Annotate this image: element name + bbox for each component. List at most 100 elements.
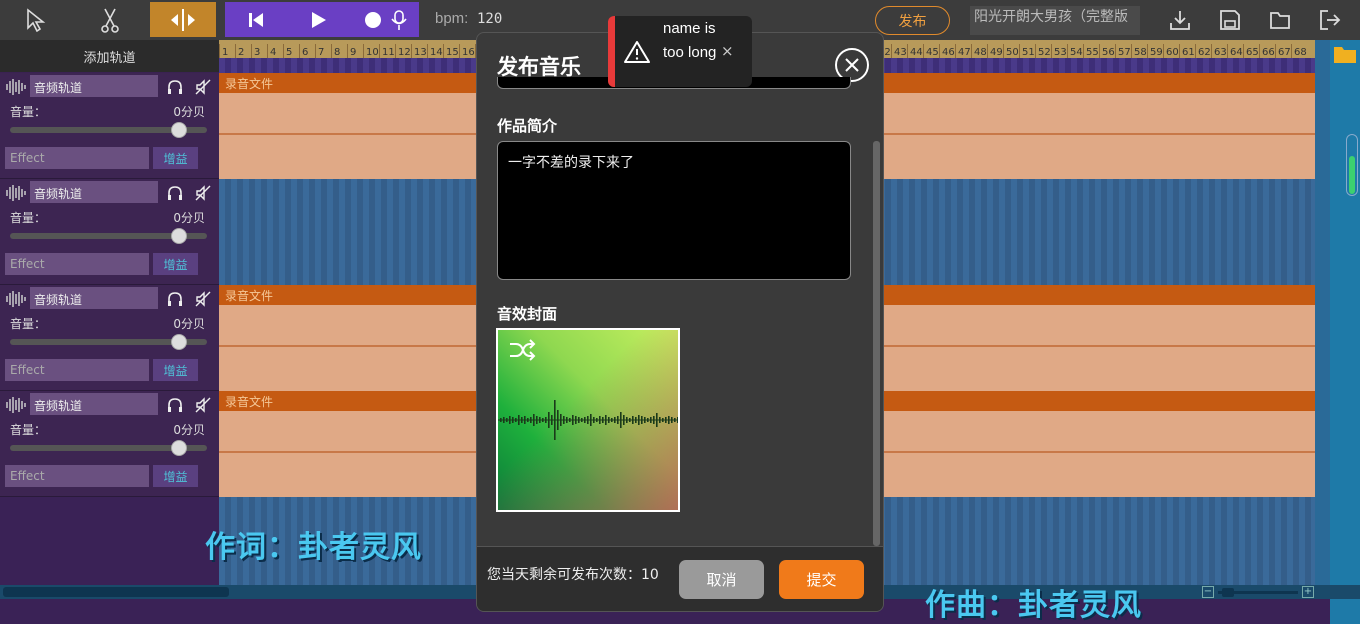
ruler-tick: 8 — [331, 44, 347, 58]
volume-slider[interactable] — [10, 334, 207, 350]
split-tool-button[interactable] — [150, 2, 216, 37]
ruler-tick: 16 — [459, 44, 475, 58]
gain-button[interactable]: 增益 — [153, 147, 198, 169]
volume-slider-knob[interactable] — [171, 122, 187, 138]
ruler-tick: 2 — [235, 44, 251, 58]
effect-placeholder: Effect — [10, 469, 45, 483]
ruler-tick: 50 — [1003, 44, 1019, 58]
effect-input[interactable]: Effect — [5, 359, 149, 381]
shuffle-cover-button[interactable] — [508, 338, 536, 366]
volume-slider[interactable] — [10, 440, 207, 456]
volume-db-label: 0分贝 — [173, 423, 205, 437]
ruler-tick: 64 — [1227, 44, 1243, 58]
save-button[interactable] — [1216, 6, 1244, 34]
error-toast: name is too long × — [608, 16, 752, 87]
ruler-tick: 43 — [891, 44, 907, 58]
waveform-icon — [6, 397, 26, 413]
volume-slider[interactable] — [10, 228, 207, 244]
ruler-tick: 7 — [315, 44, 331, 58]
volume-slider[interactable] — [10, 122, 207, 138]
side-scrollbar-thumb[interactable] — [1349, 156, 1355, 194]
ruler-tick: 47 — [955, 44, 971, 58]
effect-placeholder: Effect — [10, 257, 45, 271]
gain-button[interactable]: 增益 — [153, 253, 198, 275]
zoom-slider-thumb[interactable] — [1222, 588, 1234, 597]
publish-button[interactable]: 发布 — [875, 6, 950, 35]
ruler-tick: 46 — [939, 44, 955, 58]
track-name[interactable]: 音频轨道 — [30, 181, 158, 203]
ruler-tick: 3 — [251, 44, 267, 58]
headphones-icon[interactable] — [166, 290, 184, 308]
cut-tool-button[interactable] — [79, 2, 141, 37]
ruler-tick: 59 — [1147, 44, 1163, 58]
waveform-icon — [6, 185, 26, 201]
select-tool-button[interactable] — [4, 2, 66, 37]
ruler-tick: 61 — [1179, 44, 1195, 58]
effect-input[interactable]: Effect — [5, 253, 149, 275]
ruler-tick: 48 — [971, 44, 987, 58]
track-name[interactable]: 音频轨道 — [30, 393, 158, 415]
toast-accent-bar — [608, 16, 615, 87]
ruler-tick: 56 — [1099, 44, 1115, 58]
cover-image[interactable] — [496, 328, 680, 512]
ruler-tick: 14 — [427, 44, 443, 58]
mute-icon[interactable] — [194, 184, 212, 202]
track-name[interactable]: 音频轨道 — [30, 287, 158, 309]
ruler-tick: 53 — [1051, 44, 1067, 58]
split-arrows-icon — [171, 8, 195, 31]
cover-label: 音效封面 — [497, 305, 558, 323]
headphones-icon[interactable] — [166, 396, 184, 414]
ruler-tick: 49 — [987, 44, 1003, 58]
download-button[interactable] — [1166, 6, 1194, 34]
warning-icon — [624, 40, 650, 68]
toast-close-button[interactable]: × — [721, 42, 734, 60]
mute-icon[interactable] — [194, 290, 212, 308]
ruler-tick: 11 — [379, 44, 395, 58]
effect-input[interactable]: Effect — [5, 465, 149, 487]
zoom-out-button[interactable]: − — [1202, 586, 1214, 598]
logout-button[interactable] — [1316, 6, 1344, 34]
mute-icon[interactable] — [194, 396, 212, 414]
volume-slider-knob[interactable] — [171, 228, 187, 244]
gain-button[interactable]: 增益 — [153, 465, 198, 487]
zoom-in-button[interactable]: + — [1302, 586, 1314, 598]
ruler-tick: 60 — [1163, 44, 1179, 58]
track-header: 音频轨道 音量： 0分贝 Effect 增益 — [0, 179, 219, 285]
record-button[interactable] — [349, 2, 419, 37]
headphones-icon[interactable] — [166, 78, 184, 96]
toast-message: name is too long — [663, 20, 717, 61]
ruler-tick: 67 — [1275, 44, 1291, 58]
ruler-tick: 66 — [1259, 44, 1275, 58]
project-title-input[interactable]: 阳光开朗大男孩（完整版 — [970, 6, 1140, 35]
folder-icon[interactable] — [1333, 44, 1357, 68]
publish-quota-text: 您当天剩余可发布次数：10 — [487, 567, 659, 583]
mute-icon[interactable] — [194, 78, 212, 96]
submit-button[interactable]: 提交 — [779, 560, 864, 599]
ruler-tick: 68 — [1291, 44, 1307, 58]
ruler-tick: 52 — [1035, 44, 1051, 58]
play-button[interactable] — [287, 2, 349, 37]
scissors-icon — [101, 8, 119, 33]
composer-caption: 作曲：卦者灵风 — [925, 588, 1142, 623]
cancel-button[interactable]: 取消 — [679, 560, 764, 599]
effect-input[interactable]: Effect — [5, 147, 149, 169]
track-name[interactable]: 音频轨道 — [30, 75, 158, 97]
volume-label: 音量： — [10, 423, 47, 437]
ruler-tick: 65 — [1243, 44, 1259, 58]
timeline-vertical-scrollbar[interactable] — [1315, 40, 1330, 585]
volume-slider-knob[interactable] — [171, 440, 187, 456]
bpm-value[interactable]: 120 — [477, 11, 502, 27]
gain-button[interactable]: 增益 — [153, 359, 198, 381]
waveform-icon — [6, 291, 26, 307]
dialog-scrollbar[interactable] — [873, 141, 880, 546]
intro-textarea[interactable]: 一字不差的录下来了 — [497, 141, 851, 280]
volume-label: 音量： — [10, 317, 47, 331]
horizontal-scrollbar-thumb[interactable] — [3, 587, 229, 597]
add-track-button[interactable]: 添加轨道 — [0, 40, 219, 72]
headphones-icon[interactable] — [166, 184, 184, 202]
volume-slider-knob[interactable] — [171, 334, 187, 350]
ruler-tick: 9 — [347, 44, 363, 58]
skip-back-button[interactable] — [225, 2, 287, 37]
open-file-button[interactable] — [1266, 6, 1294, 34]
cursor-icon — [27, 7, 46, 32]
